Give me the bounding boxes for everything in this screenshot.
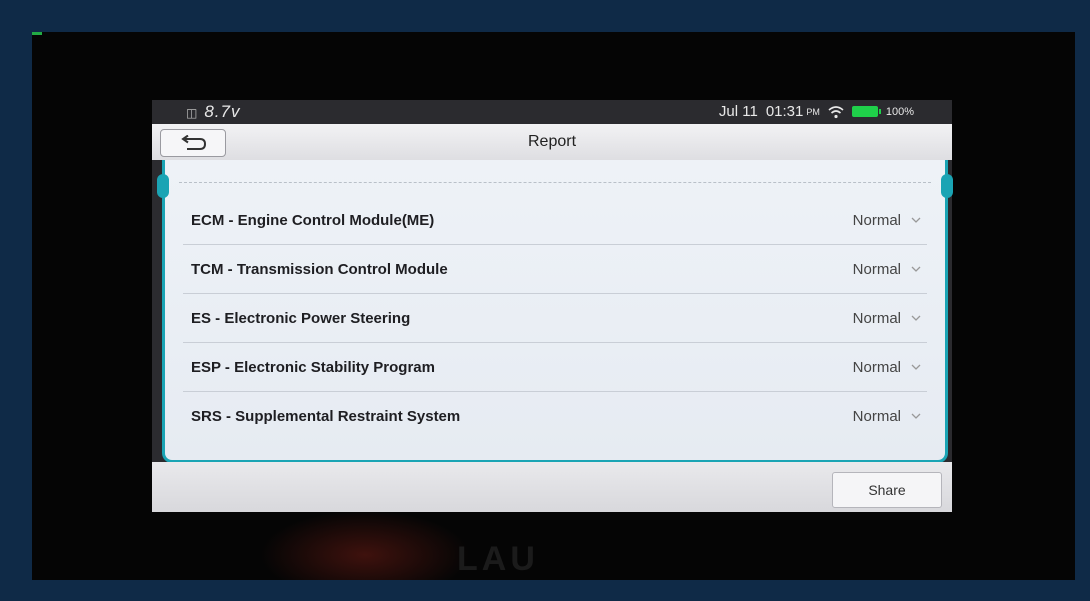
battery-percent: 100% (885, 105, 914, 118)
status-right: Jul 11 01:31 PM 100% (719, 103, 914, 120)
chevron-down-icon (911, 364, 921, 370)
module-name: ESP - Electronic Stability Program (191, 358, 435, 376)
module-row[interactable]: ES - Electronic Power Steering Normal (183, 294, 927, 343)
module-list: ECM - Engine Control Module(ME) Normal T… (183, 196, 927, 440)
bezel-indicator (32, 32, 42, 35)
module-row[interactable]: ECM - Engine Control Module(ME) Normal (183, 196, 927, 245)
status-dropdown[interactable]: Normal (853, 408, 921, 425)
section-divider (179, 182, 931, 183)
status-dropdown[interactable]: Normal (853, 261, 921, 278)
status-dropdown[interactable]: Normal (853, 212, 921, 229)
status-value: Normal (852, 309, 901, 327)
module-name: ECM - Engine Control Module(ME) (191, 211, 435, 229)
device-screen: ◫ 8.7v Jul 11 01:31 PM 100% Report ECM -… (152, 100, 953, 512)
bottom-bar: Share (152, 462, 952, 512)
status-value: Normal (852, 211, 901, 229)
status-dropdown[interactable]: Normal (853, 359, 921, 376)
module-name: SRS - Supplemental Restraint System (191, 407, 461, 425)
status-value: Normal (852, 407, 901, 425)
module-name: ES - Electronic Power Steering (191, 309, 411, 327)
chevron-down-icon (911, 315, 921, 321)
title-bar: Report (152, 124, 952, 160)
module-name: TCM - Transmission Control Module (191, 260, 448, 278)
time-ampm: PM (806, 106, 820, 117)
module-row[interactable]: SRS - Supplemental Restraint System Norm… (183, 392, 927, 440)
time: 01:31 (765, 103, 804, 120)
screen-reflection (260, 510, 470, 580)
device-photo: LAU ◫ 8.7v Jul 11 01:31 PM 100% Report E… (32, 32, 1075, 580)
wifi-icon (828, 105, 844, 118)
date: Jul 11 (718, 103, 758, 120)
module-row[interactable]: TCM - Transmission Control Module Normal (183, 245, 927, 294)
chevron-down-icon (911, 413, 921, 419)
chevron-down-icon (911, 266, 921, 272)
page-title: Report (527, 133, 577, 150)
chevron-down-icon (911, 217, 921, 223)
status-value: Normal (852, 260, 901, 278)
status-value: Normal (852, 358, 901, 376)
battery-icon (851, 106, 881, 117)
car-battery-icon: ◫ (186, 106, 199, 120)
reflection-logo-text: LAU (457, 540, 539, 578)
battery-voltage-value: 8.7v (204, 102, 241, 121)
battery-voltage: ◫ 8.7v (186, 102, 240, 122)
report-panel: ECM - Engine Control Module(ME) Normal T… (157, 160, 953, 463)
share-button[interactable]: Share (832, 472, 942, 508)
status-dropdown[interactable]: Normal (853, 310, 921, 327)
status-bar: ◫ 8.7v Jul 11 01:31 PM 100% (152, 100, 952, 122)
module-row[interactable]: ESP - Electronic Stability Program Norma… (183, 343, 927, 392)
